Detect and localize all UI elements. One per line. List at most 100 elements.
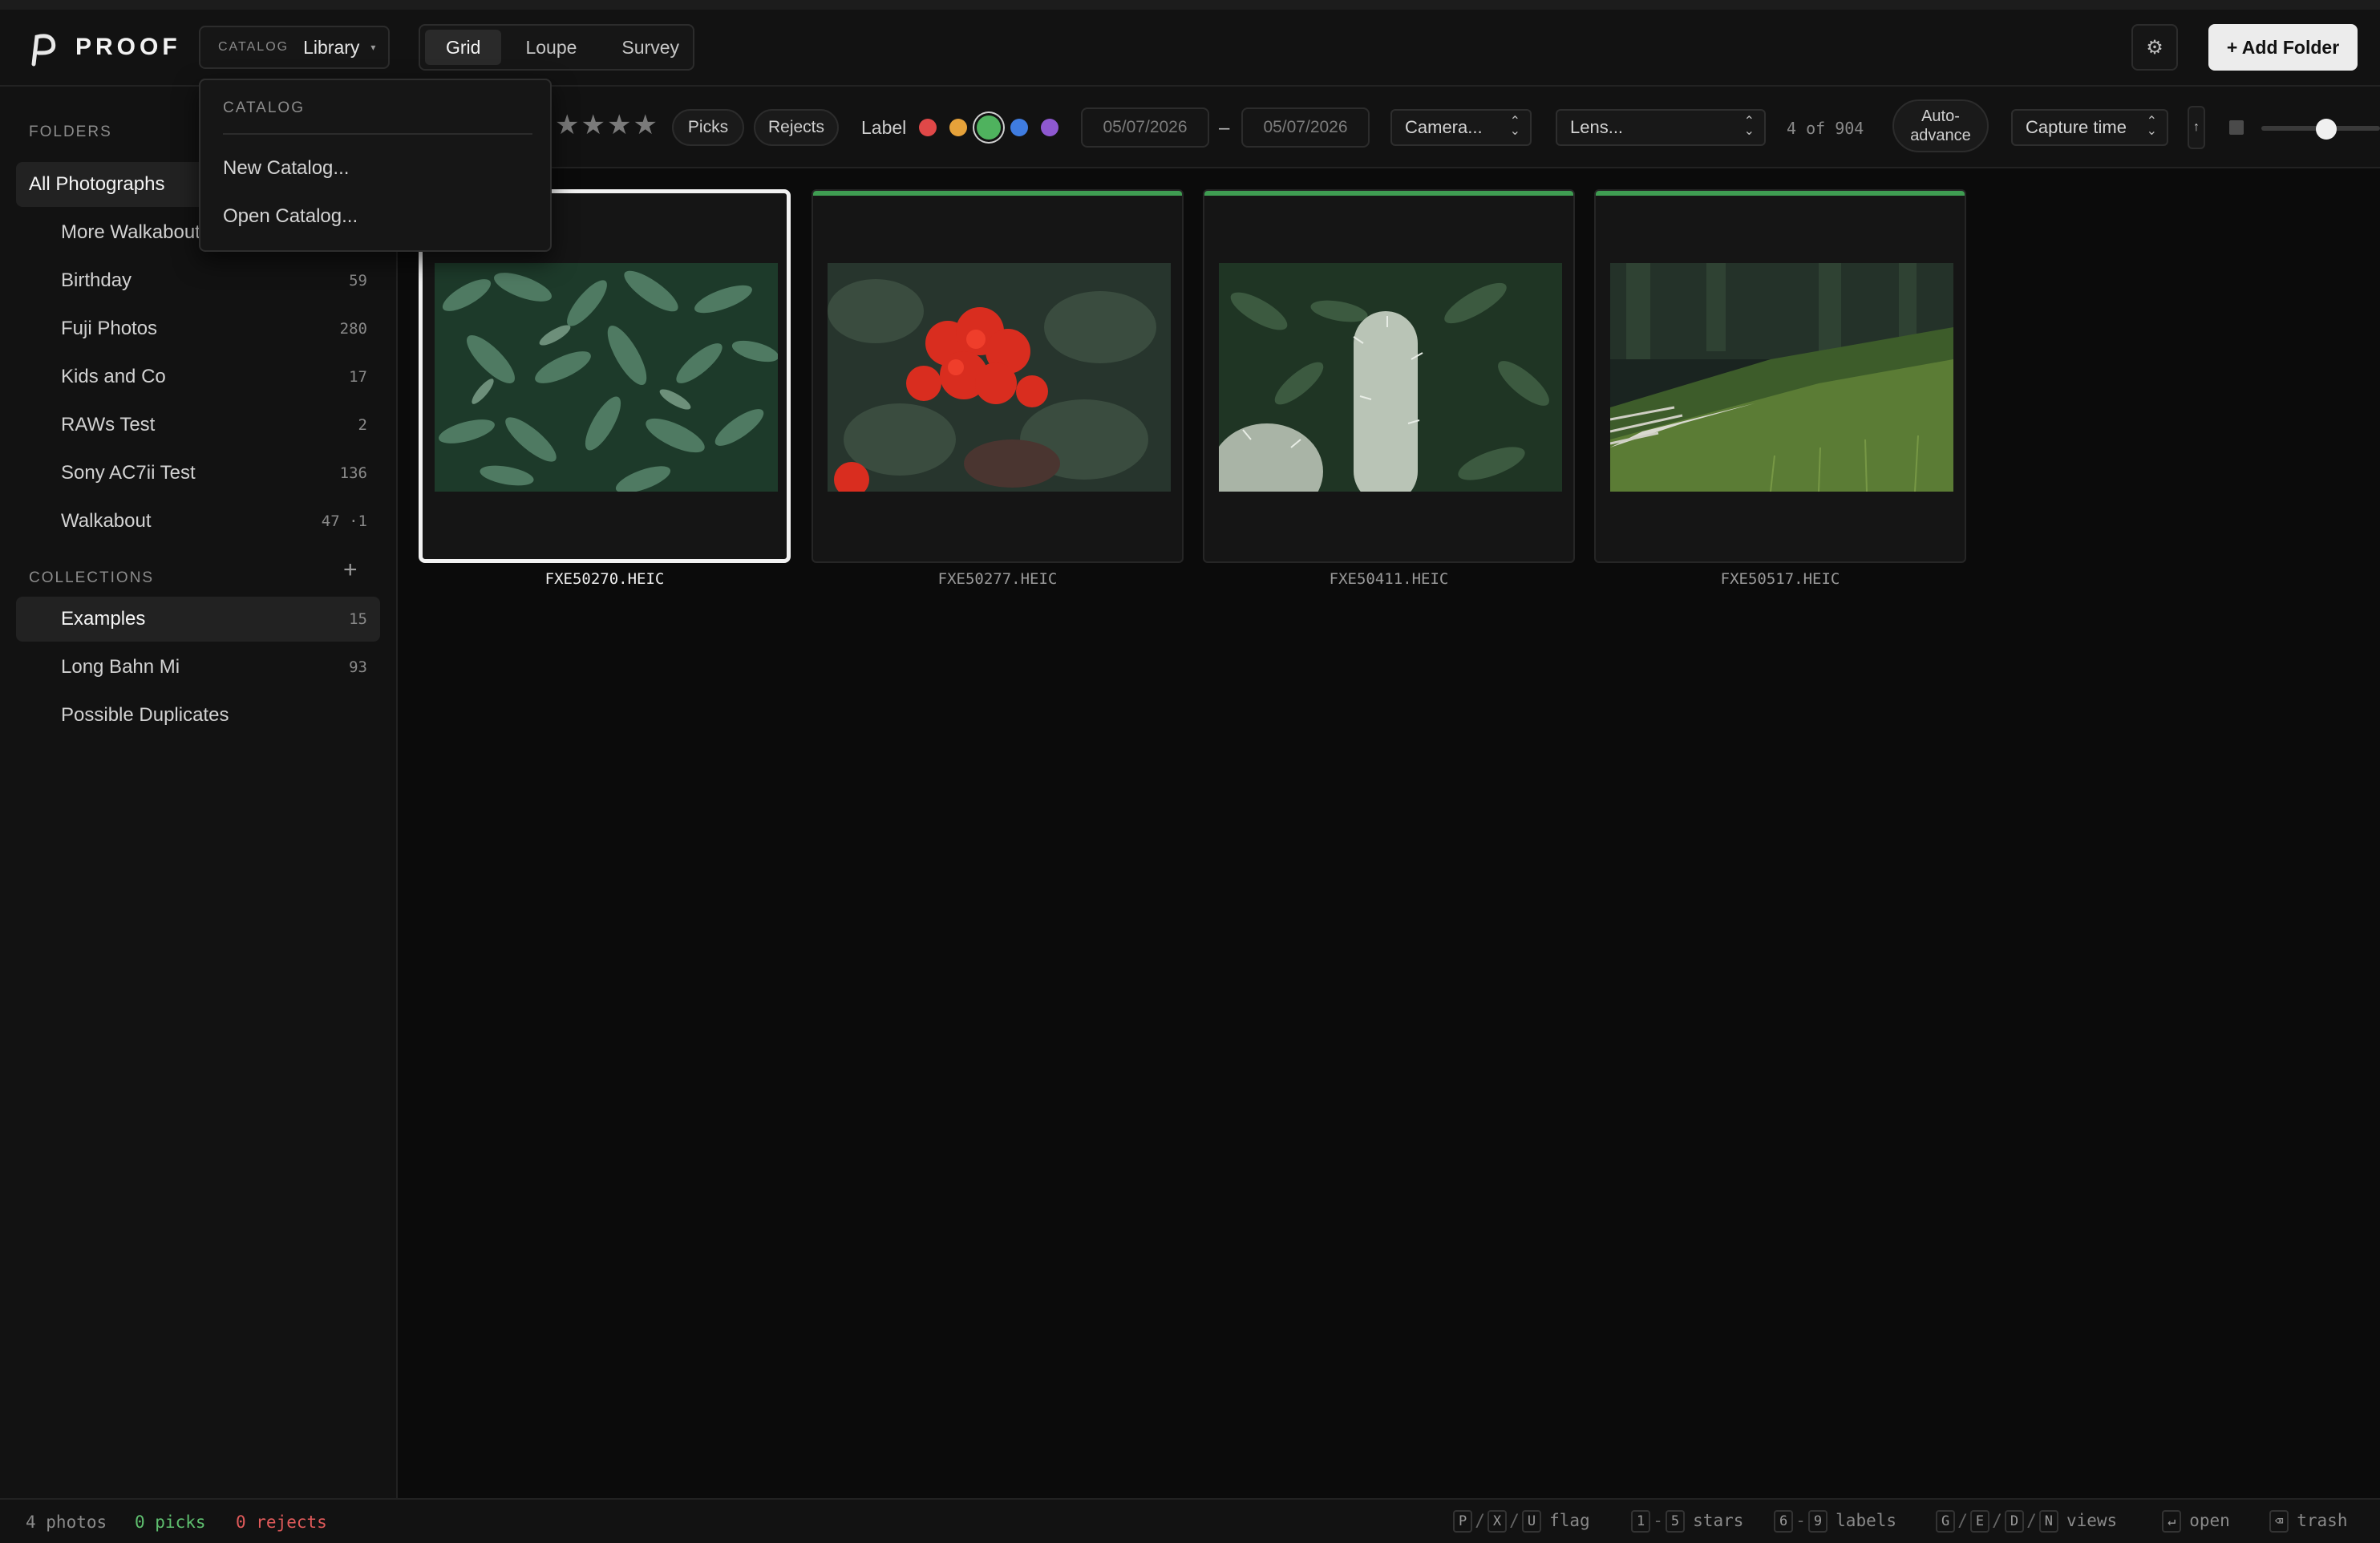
catalog-dropdown-menu: CATALOG New Catalog... Open Catalog... xyxy=(199,79,552,252)
auto-advance-line1: Auto- xyxy=(1921,107,1960,125)
shortcut-key: P xyxy=(1453,1510,1473,1533)
sidebar-item-collection[interactable]: Possible Duplicates xyxy=(16,693,380,738)
sidebar-item-collection[interactable]: Long Bahn Mi 93 xyxy=(16,645,380,690)
date-from-input[interactable]: 05/07/2026 xyxy=(1081,107,1209,148)
sidebar-item-label: Long Bahn Mi xyxy=(61,656,180,678)
shortcut-key: N xyxy=(2038,1510,2058,1533)
shortcut-key: U xyxy=(1521,1510,1542,1533)
catalog-small-label: CATALOG xyxy=(218,40,289,54)
sidebar-item-count: 17 xyxy=(349,368,367,386)
sidebar-item-folder[interactable]: Kids and Co 17 xyxy=(16,354,380,399)
label-purple-dot[interactable] xyxy=(1041,119,1058,136)
chevron-down-icon: ▾ xyxy=(370,42,376,53)
camera-select[interactable]: Camera... ⌃ ⌄ xyxy=(1390,109,1532,146)
view-tabs: Grid Loupe Survey xyxy=(419,24,694,71)
picks-filter-button[interactable]: Picks xyxy=(672,109,744,146)
sidebar-item-count: 280 xyxy=(339,320,367,338)
rejects-filter-button[interactable]: Rejects xyxy=(754,109,839,146)
sidebar-item-folder[interactable]: Birthday 59 xyxy=(16,258,380,303)
shortcut-open: ↵ open xyxy=(2162,1510,2230,1533)
catalog-menu-heading: CATALOG xyxy=(223,99,305,116)
shortcut-key: 9 xyxy=(1807,1510,1828,1533)
photo-filename: FXE50277.HEIC xyxy=(937,570,1058,588)
enter-key-icon: ↵ xyxy=(2162,1510,2182,1533)
shortcut-key: X xyxy=(1487,1510,1508,1533)
add-collection-button[interactable]: + xyxy=(343,557,358,584)
menu-item-new-catalog[interactable]: New Catalog... xyxy=(223,157,349,180)
sidebar-item-label: RAWs Test xyxy=(61,414,156,435)
photo-count: 4 of 904 xyxy=(1787,119,1864,138)
sidebar-item-label: Kids and Co xyxy=(61,366,166,387)
photo-tile[interactable] xyxy=(812,189,1184,563)
pick-flag-bar xyxy=(813,191,1182,196)
app-name: PROOF xyxy=(75,34,181,60)
grid-size-icon xyxy=(2229,120,2244,135)
sidebar-item-label: Sony AC7ii Test xyxy=(61,462,196,484)
shortcut-key: G xyxy=(1936,1510,1956,1533)
shortcut-key: 1 xyxy=(1631,1510,1651,1533)
catalog-switcher[interactable]: CATALOG Library ▾ xyxy=(199,26,390,69)
shortcut-stars: 1-5 stars xyxy=(1631,1510,1743,1533)
date-to-input[interactable]: 05/07/2026 xyxy=(1241,107,1370,148)
catalog-value: Library xyxy=(303,36,360,58)
auto-advance-toggle[interactable]: Auto-advance xyxy=(1892,99,1989,152)
slider-handle[interactable] xyxy=(2316,119,2337,140)
label-red-dot[interactable] xyxy=(919,119,937,136)
photo-filename: FXE50411.HEIC xyxy=(1329,570,1449,588)
sidebar-item-folder[interactable]: Sony AC7ii Test 136 xyxy=(16,451,380,496)
star-rating-filter[interactable]: ★★★★ xyxy=(555,109,659,141)
settings-button[interactable]: ⚙ xyxy=(2131,24,2178,71)
shortcut-key: D xyxy=(2004,1510,2025,1533)
sort-select[interactable]: Capture time ⌃ ⌄ xyxy=(2011,109,2168,146)
tab-grid[interactable]: Grid xyxy=(425,30,502,65)
photo-tile[interactable] xyxy=(1203,189,1575,563)
shortcut-key: E xyxy=(1969,1510,1990,1533)
sidebar-item-count: 59 xyxy=(349,272,367,290)
sidebar-item-count: 136 xyxy=(339,464,367,482)
label-blue-dot[interactable] xyxy=(1010,119,1028,136)
shortcut-label: views xyxy=(2066,1511,2118,1530)
shortcut-flag: P / X / Uflag xyxy=(1453,1510,1590,1533)
menu-item-open-catalog[interactable]: Open Catalog... xyxy=(223,205,358,228)
photo-thumbnail-park xyxy=(1610,263,1953,492)
tab-loupe[interactable]: Loupe xyxy=(504,30,597,65)
pick-flag-bar xyxy=(1204,191,1573,196)
shortcut-key: 5 xyxy=(1665,1510,1686,1533)
menu-divider xyxy=(223,133,532,135)
sort-direction-button[interactable]: ↑ xyxy=(2188,106,2205,149)
date-separator: – xyxy=(1219,117,1230,139)
label-filter-heading: Label xyxy=(861,117,907,138)
shortcut-key: 6 xyxy=(1774,1510,1794,1533)
status-photos-count: 4 photos xyxy=(26,1513,107,1532)
photo-filename: FXE50270.HEIC xyxy=(544,570,665,588)
sidebar-item-folder[interactable]: Walkabout 47 ·1 xyxy=(16,499,380,544)
sidebar-item-label: Fuji Photos xyxy=(61,318,158,339)
lens-select[interactable]: Lens... ⌃ ⌄ xyxy=(1556,109,1766,146)
gear-icon: ⚙ xyxy=(2146,36,2163,59)
select-arrows-icon: ⌃ ⌄ xyxy=(1509,115,1520,138)
sidebar-item-label: Walkabout xyxy=(61,510,152,532)
label-yellow-dot[interactable] xyxy=(949,119,967,136)
sidebar-item-collection[interactable]: Examples 15 xyxy=(16,597,380,642)
photo-filename: FXE50517.HEIC xyxy=(1720,570,1840,588)
photo-thumbnail-cactus xyxy=(1219,263,1562,492)
sidebar-item-count: 15 xyxy=(349,610,367,628)
sidebar-item-label: Possible Duplicates xyxy=(61,704,229,726)
status-bar: 4 photos 0 picks 0 rejects P / X / Uflag 1-5… xyxy=(0,1498,2380,1543)
sidebar: FOLDERS All Photographs More Walkabout B… xyxy=(0,87,398,1498)
sidebar-item-count: 2 xyxy=(358,416,367,434)
sidebar-item-folder[interactable]: Fuji Photos 280 xyxy=(16,306,380,351)
label-green-dot[interactable] xyxy=(977,115,1001,140)
auto-advance-line2: advance xyxy=(1910,127,1971,144)
sidebar-item-count: 47 ·1 xyxy=(321,512,367,530)
shortcut-label: open xyxy=(2189,1511,2230,1530)
shortcut-label: stars xyxy=(1693,1511,1744,1530)
sidebar-item-folder[interactable]: RAWs Test 2 xyxy=(16,403,380,448)
sidebar-item-label: Birthday xyxy=(61,269,132,291)
app-logo-icon xyxy=(31,34,56,67)
add-folder-button[interactable]: + Add Folder xyxy=(2208,24,2358,71)
photo-tile[interactable] xyxy=(1594,189,1966,563)
shortcut-label: flag xyxy=(1549,1511,1590,1530)
tab-survey[interactable]: Survey xyxy=(601,30,700,65)
camera-select-value: Camera... xyxy=(1405,117,1483,137)
